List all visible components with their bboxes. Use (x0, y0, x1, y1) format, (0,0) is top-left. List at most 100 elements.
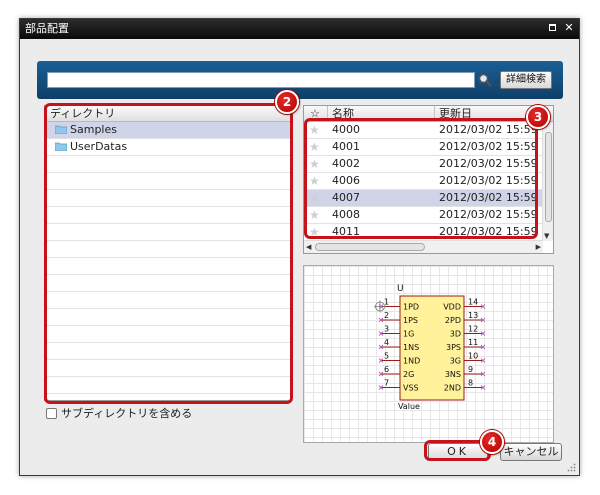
favorite-star-icon[interactable]: ★ (304, 139, 328, 155)
pin-number: 3 (384, 325, 389, 334)
cancel-button[interactable]: キャンセル (500, 443, 562, 461)
scroll-down-arrow-icon[interactable]: ▼ (544, 232, 549, 240)
pin-number: 11 (468, 338, 478, 347)
favorite-column-header[interactable]: ☆ (304, 106, 328, 121)
callout-badge: 4 (480, 430, 504, 454)
parts-list-header: ☆ 名称 更新日 (304, 106, 553, 122)
pin-name: 3G (450, 357, 461, 366)
directory-empty-row (45, 190, 291, 207)
directory-empty-row (45, 173, 291, 190)
directory-empty-row (45, 377, 291, 394)
pin-number: 7 (384, 379, 389, 388)
pin-name: 3D (450, 330, 461, 339)
part-row[interactable]: ★ 4011 2012/03/02 15:59 (304, 224, 543, 241)
include-subdirectories-label: サブディレクトリを含める (61, 407, 193, 420)
part-date: 2012/03/02 15:59 (439, 208, 538, 221)
directory-item[interactable]: UserDatas (45, 139, 291, 156)
directory-item[interactable]: Samples (45, 122, 291, 139)
part-name: 4001 (332, 140, 360, 153)
pin-name: VSS (403, 384, 419, 393)
parts-list-body: ★ 4000 2012/03/02 15:59 ★ 4001 2012/03/02 15:… (304, 122, 543, 241)
include-subdirectories-option[interactable]: サブディレクトリを含める (46, 407, 192, 421)
favorite-star-icon[interactable]: ★ (304, 190, 328, 206)
directory-empty-row (45, 275, 291, 292)
part-row[interactable]: ★ 4006 2012/03/02 15:59 (304, 173, 543, 190)
pin-name: 3PS (446, 343, 461, 352)
part-row[interactable]: ★ 4007 2012/03/02 15:59 (304, 190, 543, 207)
part-name: 4002 (332, 157, 360, 170)
symbol-ref-label: U (397, 284, 404, 294)
part-date: 2012/03/02 15:59 (439, 174, 538, 187)
directory-item-label: UserDatas (70, 140, 128, 153)
pin-name: 2G (403, 370, 414, 379)
close-button[interactable]: ✕ (562, 21, 576, 35)
favorite-star-icon[interactable]: ★ (304, 156, 328, 172)
name-column-header[interactable]: 名称 (328, 106, 435, 121)
favorite-star-icon[interactable]: ★ (304, 224, 328, 240)
pin-number: 8 (468, 379, 473, 388)
pin-name: 1G (403, 330, 414, 339)
directory-header: ディレクトリ (45, 106, 291, 122)
pin-name: 1PD (403, 303, 419, 312)
directory-empty-row (45, 326, 291, 343)
favorite-star-icon[interactable]: ★ (304, 122, 328, 138)
pin-name: 2ND (444, 384, 461, 393)
pin-number: 5 (384, 352, 389, 361)
pin-number: 13 (468, 311, 478, 320)
symbol-value-label: Value (398, 402, 420, 411)
symbol-preview: U Value 1 1PD 2 1PS 3 1G 4 1NS 5 1ND 6 2G 7 VSS 14 VDD 13 2… (303, 265, 554, 443)
part-row[interactable]: ★ 4002 2012/03/02 15:59 (304, 156, 543, 173)
part-row[interactable]: ★ 4000 2012/03/02 15:59 (304, 122, 543, 139)
pin-name: 1NS (403, 343, 419, 352)
directory-panel: ディレクトリ Samples UserDatas (44, 105, 292, 401)
part-row[interactable]: ★ 4008 2012/03/02 15:59 (304, 207, 543, 224)
favorite-star-icon[interactable]: ★ (304, 173, 328, 189)
part-date: 2012/03/02 15:59 (439, 191, 538, 204)
part-row[interactable]: ★ 4001 2012/03/02 15:59 (304, 139, 543, 156)
vertical-scroll-thumb[interactable] (545, 132, 552, 222)
part-date: 2012/03/02 15:59 (439, 157, 538, 170)
directory-empty-row (45, 309, 291, 326)
restore-button[interactable] (545, 21, 559, 35)
pin-number: 10 (468, 352, 478, 361)
horizontal-scroll-thumb[interactable] (315, 243, 425, 251)
part-name: 4000 (332, 123, 360, 136)
part-date: 2012/03/02 15:59 (439, 123, 538, 136)
part-name: 4006 (332, 174, 360, 187)
include-subdirectories-checkbox[interactable] (46, 407, 57, 419)
pin-number: 9 (468, 365, 473, 374)
part-date: 2012/03/02 15:59 (439, 140, 538, 153)
search-icon[interactable] (478, 73, 492, 87)
advanced-search-button[interactable]: 詳細検索 (500, 71, 552, 89)
callout-badge: 2 (275, 90, 299, 114)
pin-name: 1ND (403, 357, 420, 366)
ok-button[interactable]: OK (428, 443, 488, 461)
part-name: 4008 (332, 208, 360, 221)
close-icon: ✕ (564, 21, 574, 34)
parts-placement-dialog: 部品配置 ✕ 詳細検索 ディレクトリ Samples UserDatas サブディ… (19, 18, 580, 476)
directory-empty-row (45, 343, 291, 360)
pin-number: 1 (384, 298, 389, 307)
folder-icon (55, 125, 67, 134)
pin-number: 6 (384, 365, 389, 374)
pin-name: 2PD (445, 316, 461, 325)
schematic-symbol: U Value 1 1PD 2 1PS 3 1G 4 1NS 5 1ND 6 2G 7 VSS 14 VDD 13 2… (374, 284, 486, 411)
scroll-left-arrow-icon[interactable]: ◀ (306, 243, 311, 251)
restore-icon (548, 24, 556, 31)
part-name: 4011 (332, 225, 360, 238)
directory-empty-row (45, 360, 291, 377)
resize-grip-icon[interactable] (567, 463, 576, 472)
directory-empty-row (45, 258, 291, 275)
part-name: 4007 (332, 191, 360, 204)
directory-empty-row (45, 292, 291, 309)
pin-number: 12 (468, 325, 478, 334)
vertical-scrollbar[interactable]: ▼ (542, 122, 553, 241)
pin-name: 3NS (445, 370, 461, 379)
horizontal-scrollbar[interactable]: ◀ ▶ (304, 240, 543, 253)
scroll-right-arrow-icon[interactable]: ▶ (536, 243, 541, 251)
search-input[interactable] (47, 72, 475, 88)
favorite-star-icon[interactable]: ★ (304, 207, 328, 223)
title-bar[interactable]: 部品配置 ✕ (20, 19, 579, 39)
directory-empty-row (45, 207, 291, 224)
parts-list: ☆ 名称 更新日 ★ 4000 2012/03/02 15:59 ★ 4001 2012/… (303, 105, 554, 254)
